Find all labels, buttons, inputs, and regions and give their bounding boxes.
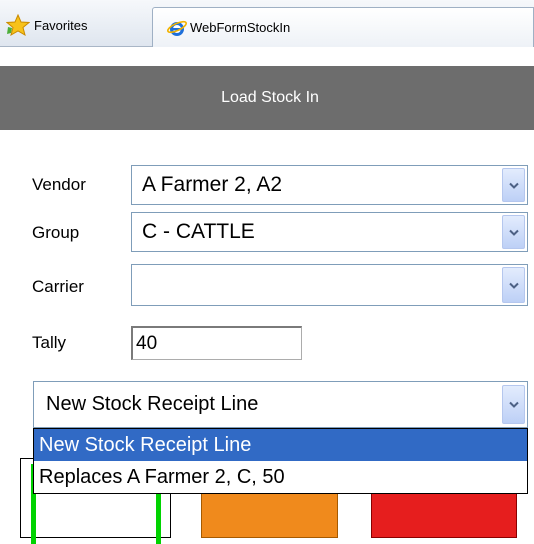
browser-tab[interactable]: WebFormStockIn [152, 7, 534, 47]
internet-explorer-icon [167, 20, 187, 36]
page-title: Load Stock In [0, 66, 534, 130]
chevron-down-icon [508, 282, 519, 289]
chevron-down-icon [508, 229, 519, 236]
group-label: Group [32, 223, 80, 242]
carrier-select[interactable] [131, 264, 528, 306]
receipt-line-value: New Stock Receipt Line [46, 393, 259, 415]
chevron-down-icon [508, 401, 519, 408]
receipt-line-select[interactable]: New Stock Receipt Line [33, 381, 528, 428]
vendor-select[interactable]: A Farmer 2, A2 [131, 165, 528, 205]
vendor-label: Vendor [32, 175, 86, 194]
group-dropdown-button[interactable] [502, 215, 525, 249]
dropdown-option-new-stock-receipt-line[interactable]: New Stock Receipt Line [34, 429, 527, 461]
tally-label: Tally [32, 333, 67, 352]
group-select[interactable]: C - CATTLE [131, 212, 528, 252]
browser-favorites-bar: Favorites WebFormStockIn [0, 0, 534, 47]
vendor-dropdown-button[interactable] [502, 168, 525, 202]
tab-title: WebFormStockIn [190, 20, 291, 35]
chevron-down-icon [508, 182, 519, 189]
star-icon [6, 14, 30, 36]
carrier-label: Carrier [32, 277, 84, 296]
group-value: C - CATTLE [142, 220, 255, 243]
receipt-line-dropdown-button[interactable] [502, 385, 525, 424]
receipt-line-options-list[interactable]: New Stock Receipt Line Replaces A Farmer… [33, 428, 528, 494]
dropdown-option-replaces-line[interactable]: Replaces A Farmer 2, C, 50 [34, 461, 527, 493]
favorites-button[interactable]: Favorites [6, 14, 87, 36]
tally-input[interactable] [131, 326, 302, 360]
carrier-dropdown-button[interactable] [502, 267, 525, 303]
vendor-value: A Farmer 2, A2 [142, 173, 283, 196]
favorites-label: Favorites [34, 17, 88, 33]
